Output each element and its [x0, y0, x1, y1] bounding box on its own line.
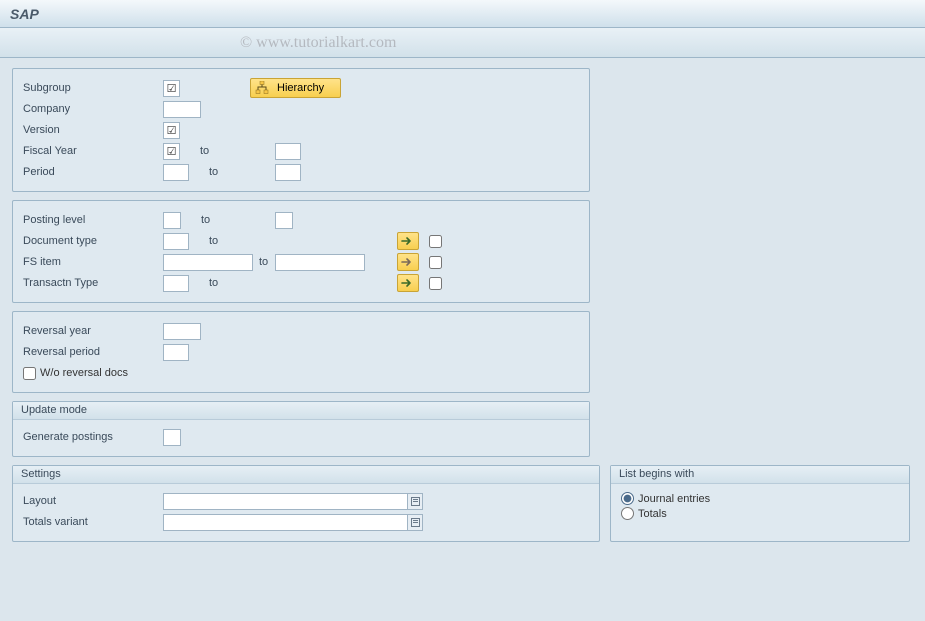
document-type-to-label: to [189, 235, 275, 247]
value-help-icon [411, 497, 420, 506]
arrow-right-icon [401, 278, 415, 288]
posting-level-to-input[interactable] [275, 212, 293, 229]
totals-radio-label: Totals [638, 508, 667, 520]
fs-item-to-label: to [253, 256, 275, 268]
update-mode-title: Update mode [13, 402, 589, 420]
period-to-label: to [189, 166, 275, 178]
transactn-type-label: Transactn Type [23, 277, 163, 289]
hierarchy-icon [255, 81, 269, 95]
company-label: Company [23, 103, 163, 115]
reversal-year-label: Reversal year [23, 325, 163, 337]
fs-item-range-button[interactable] [397, 253, 419, 271]
layout-label: Layout [23, 495, 163, 507]
selection-group-detail: Posting level to Document type to FS ite… [12, 200, 590, 303]
generate-postings-label: Generate postings [23, 431, 163, 443]
value-help-icon [411, 518, 420, 527]
watermark-text: © www.tutorialkart.com [240, 34, 396, 52]
update-mode-group: Update mode Generate postings [12, 401, 590, 457]
fs-item-from-input[interactable] [163, 254, 253, 271]
company-input[interactable] [163, 101, 201, 118]
selection-group-main: Subgroup ☑ Hierarchy Company Version [12, 68, 590, 192]
arrow-right-icon [401, 257, 415, 267]
journal-entries-radio[interactable] [621, 492, 634, 505]
document-type-range-button[interactable] [397, 232, 419, 250]
transactn-type-to-label: to [189, 277, 275, 289]
wo-reversal-checkbox[interactable] [23, 367, 36, 380]
fiscal-year-checkbox[interactable]: ☑ [163, 143, 180, 160]
version-label: Version [23, 124, 163, 136]
document-type-from-input[interactable] [163, 233, 189, 250]
fs-item-exclude-checkbox[interactable] [429, 256, 442, 269]
reversal-period-label: Reversal period [23, 346, 163, 358]
subgroup-checkbox[interactable]: ☑ [163, 80, 180, 97]
transactn-type-exclude-checkbox[interactable] [429, 277, 442, 290]
totals-variant-input[interactable] [163, 514, 423, 531]
fiscal-year-label: Fiscal Year [23, 145, 163, 157]
fiscal-year-to-input[interactable] [275, 143, 301, 160]
list-begins-group: List begins with Journal entries Totals [610, 465, 910, 542]
list-begins-title: List begins with [611, 466, 909, 484]
period-label: Period [23, 166, 163, 178]
totals-variant-label: Totals variant [23, 516, 163, 528]
fs-item-label: FS item [23, 256, 163, 268]
wo-reversal-label: W/o reversal docs [40, 367, 128, 379]
transactn-type-from-input[interactable] [163, 275, 189, 292]
hierarchy-button-label: Hierarchy [277, 82, 324, 94]
document-type-exclude-checkbox[interactable] [429, 235, 442, 248]
reversal-period-input[interactable] [163, 344, 189, 361]
generate-postings-input[interactable] [163, 429, 181, 446]
posting-level-label: Posting level [23, 214, 163, 226]
journal-entries-label: Journal entries [638, 493, 710, 505]
posting-level-to-label: to [181, 214, 275, 226]
reversal-year-input[interactable] [163, 323, 201, 340]
layout-value-help-button[interactable] [407, 494, 422, 509]
hierarchy-button[interactable]: Hierarchy [250, 78, 341, 98]
posting-level-from-input[interactable] [163, 212, 181, 229]
version-checkbox[interactable]: ☑ [163, 122, 180, 139]
toolbar: © www.tutorialkart.com [0, 28, 925, 58]
window-title: SAP [0, 0, 925, 28]
reversal-group: Reversal year Reversal period W/o revers… [12, 311, 590, 393]
layout-input[interactable] [163, 493, 423, 510]
totals-radio[interactable] [621, 507, 634, 520]
subgroup-label: Subgroup [23, 82, 163, 94]
period-from-input[interactable] [163, 164, 189, 181]
arrow-right-icon [401, 236, 415, 246]
settings-group: Settings Layout Totals variant [12, 465, 600, 542]
fs-item-to-input[interactable] [275, 254, 365, 271]
period-to-input[interactable] [275, 164, 301, 181]
document-type-label: Document type [23, 235, 163, 247]
content-area: Subgroup ☑ Hierarchy Company Version [0, 58, 925, 560]
transactn-type-range-button[interactable] [397, 274, 419, 292]
fiscal-year-to-label: to [180, 145, 275, 157]
totals-variant-value-help-button[interactable] [407, 515, 422, 530]
settings-title: Settings [13, 466, 599, 484]
